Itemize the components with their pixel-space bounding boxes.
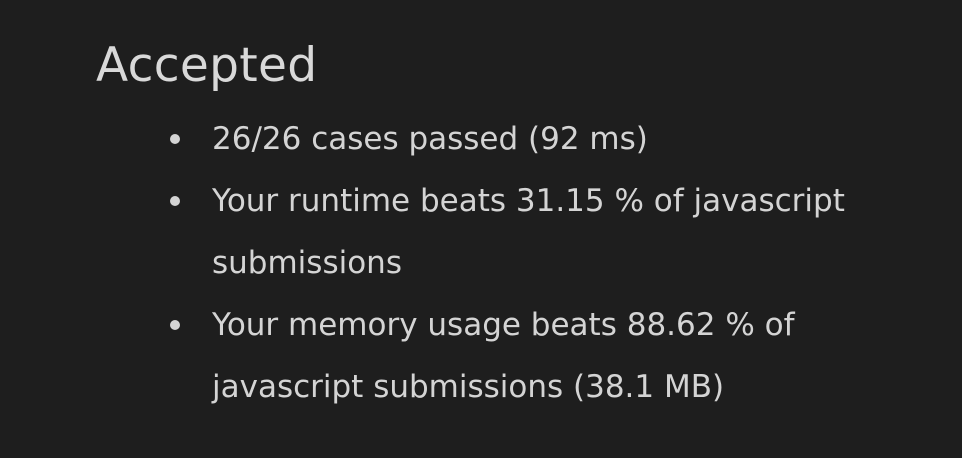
result-status-title: Accepted [96, 38, 318, 93]
runtime-text-line-1: Your runtime beats 31.15 % of javascript [212, 183, 845, 219]
bullet-icon [170, 320, 180, 330]
memory-text-line-2: javascript submissions (38.1 MB) [212, 369, 725, 405]
memory-text-line-1: Your memory usage beats 88.62 % of [212, 307, 795, 343]
cases-passed-text: 26/26 cases passed (92 ms) [212, 121, 648, 157]
result-details-list: 26/26 cases passed (92 ms) Your runtime … [170, 108, 942, 418]
result-item-memory: Your memory usage beats 88.62 % of javas… [170, 294, 942, 418]
submission-result-panel: Accepted 26/26 cases passed (92 ms) Your… [0, 0, 962, 458]
runtime-text-line-2: submissions [212, 245, 402, 281]
result-item-cases-passed: 26/26 cases passed (92 ms) [170, 108, 942, 170]
bullet-icon [170, 134, 180, 144]
result-item-runtime: Your runtime beats 31.15 % of javascript… [170, 170, 942, 294]
bullet-icon [170, 196, 180, 206]
